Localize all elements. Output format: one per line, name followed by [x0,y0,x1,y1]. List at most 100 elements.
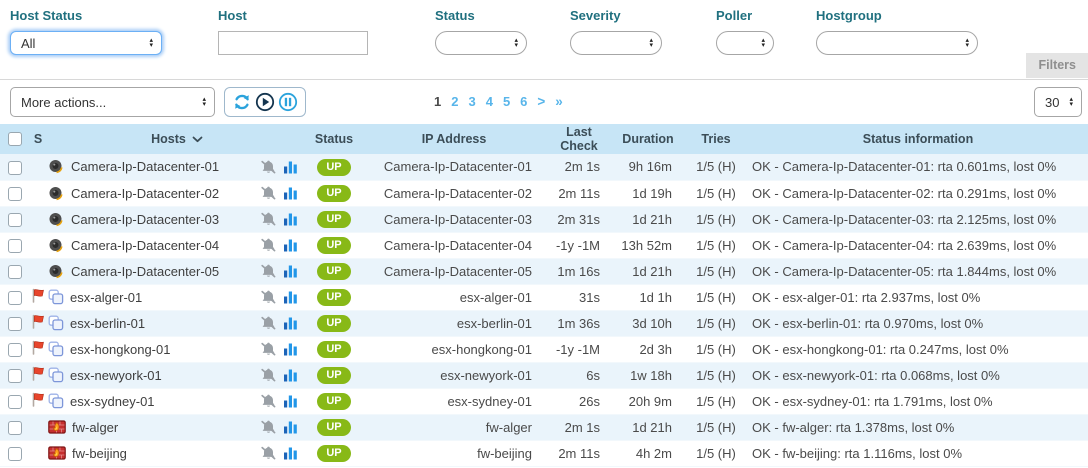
header-last-check[interactable]: Last Check [546,124,612,154]
pagination: 123456 > » [434,94,563,109]
ip-address-cell: Camera-Ip-Datacenter-03 [362,206,546,232]
poller-select[interactable]: ▴▾ [716,31,774,55]
camera-icon [48,264,65,279]
status-badge: UP [317,289,350,306]
row-checkbox[interactable] [8,187,22,201]
host-table-body: Camera-Ip-Datacenter-01 [0,154,1088,466]
header-duration[interactable]: Duration [612,124,684,154]
performance-graph-icon[interactable] [283,316,298,330]
more-actions-select[interactable]: More actions... ▴▾ [10,87,215,117]
host-name-link[interactable]: Camera-Ip-Datacenter-01 [71,159,219,174]
row-checkbox[interactable] [8,421,22,435]
row-checkbox[interactable] [8,447,22,461]
host-name-link[interactable]: fw-alger [72,420,118,435]
status-select[interactable]: ▴▾ [435,31,527,55]
table-row: Camera-Ip-Datacenter-04 [0,232,1088,258]
last-check-cell: 2m 11s [546,440,612,466]
refresh-controls [224,87,306,117]
pause-icon[interactable] [278,92,298,112]
actions-toolbar: More actions... ▴▾ [0,80,1088,124]
status-badge: UP [317,419,350,436]
notifications-muted-icon [260,263,277,279]
page-size-select[interactable]: 30 ▴▾ [1034,87,1082,117]
status-badge: UP [317,185,350,202]
performance-graph-icon[interactable] [283,420,298,434]
row-checkbox[interactable] [8,317,22,331]
host-name-link[interactable]: Camera-Ip-Datacenter-04 [71,238,219,253]
performance-graph-icon[interactable] [283,238,298,252]
hostgroup-select[interactable]: ▴▾ [816,31,978,55]
host-name-link[interactable]: esx-berlin-01 [70,316,145,331]
tries-cell: 1/5 (H) [684,414,748,440]
pagination-page[interactable]: 5 [503,94,510,109]
header-status-information[interactable]: Status information [748,124,1088,154]
last-check-cell: 1m 36s [546,310,612,336]
vm-icon [48,289,64,305]
duration-cell: 20h 9m [612,388,684,414]
tries-cell: 1/5 (H) [684,310,748,336]
host-name-link[interactable]: Camera-Ip-Datacenter-03 [71,212,219,227]
performance-graph-icon[interactable] [283,368,298,382]
host-input[interactable] [218,31,368,55]
pagination-page[interactable]: 2 [451,94,458,109]
status-badge: UP [317,159,350,176]
pagination-page[interactable]: 1 [434,94,441,109]
performance-graph-icon[interactable] [283,186,298,200]
refresh-icon[interactable] [232,92,252,112]
performance-graph-icon[interactable] [283,290,298,304]
pagination-page[interactable]: 4 [486,94,493,109]
chevron-down-icon [192,136,203,143]
pagination-page[interactable]: 3 [468,94,475,109]
header-hosts: Hosts [48,124,306,154]
filters-toggle[interactable]: Filters [1026,53,1088,78]
host-name-link[interactable]: esx-sydney-01 [70,394,155,409]
row-checkbox[interactable] [8,395,22,409]
host-name-link[interactable]: fw-beijing [72,446,127,461]
status-badge: UP [317,445,350,462]
host-name-link[interactable]: esx-newyork-01 [70,368,162,383]
performance-graph-icon[interactable] [283,394,298,408]
hosts-sort-control[interactable]: Hosts [151,132,203,146]
row-checkbox[interactable] [8,291,22,305]
filter-status: Status ▴▾ [435,8,527,55]
host-name-link[interactable]: esx-alger-01 [70,290,142,305]
select-arrows-icon: ▴▾ [761,38,765,48]
row-checkbox[interactable] [8,265,22,279]
severity-select[interactable]: ▴▾ [570,31,662,55]
performance-graph-icon[interactable] [283,160,298,174]
page-size-value: 30 [1045,95,1059,110]
last-check-cell: 6s [546,362,612,388]
performance-graph-icon[interactable] [283,446,298,460]
header-status[interactable]: Status [306,124,362,154]
host-name-link[interactable]: Camera-Ip-Datacenter-05 [71,264,219,279]
filter-hostgroup: Hostgroup ▴▾ [816,8,978,55]
ip-address-cell: Camera-Ip-Datacenter-05 [362,258,546,284]
pagination-page[interactable]: 6 [520,94,527,109]
severity-label: Severity [570,8,662,23]
performance-graph-icon[interactable] [283,264,298,278]
performance-graph-icon[interactable] [283,342,298,356]
row-checkbox[interactable] [8,343,22,357]
notifications-muted-icon [260,341,277,357]
header-ip-address[interactable]: IP Address [362,124,546,154]
vm-icon [48,367,64,383]
row-checkbox[interactable] [8,239,22,253]
host-status-label: Host Status [10,8,162,23]
host-name-link[interactable]: Camera-Ip-Datacenter-02 [71,186,219,201]
ip-address-cell: Camera-Ip-Datacenter-02 [362,180,546,206]
row-checkbox[interactable] [8,369,22,383]
pagination-last-icon[interactable]: » [555,94,563,109]
row-checkbox[interactable] [8,213,22,227]
more-actions-value: More actions... [21,95,106,110]
host-status-select[interactable]: All ▴▾ [10,31,162,55]
play-icon[interactable] [255,92,275,112]
performance-graph-icon[interactable] [283,212,298,226]
host-name-link[interactable]: esx-hongkong-01 [70,342,170,357]
row-checkbox[interactable] [8,161,22,175]
severity-flag-icon [31,288,45,303]
header-tries[interactable]: Tries [684,124,748,154]
select-all-checkbox[interactable] [8,132,22,146]
pagination-next-icon[interactable]: > [537,94,545,109]
select-arrows-icon: ▴▾ [514,38,518,48]
filter-host-status: Host Status All ▴▾ [10,8,162,55]
